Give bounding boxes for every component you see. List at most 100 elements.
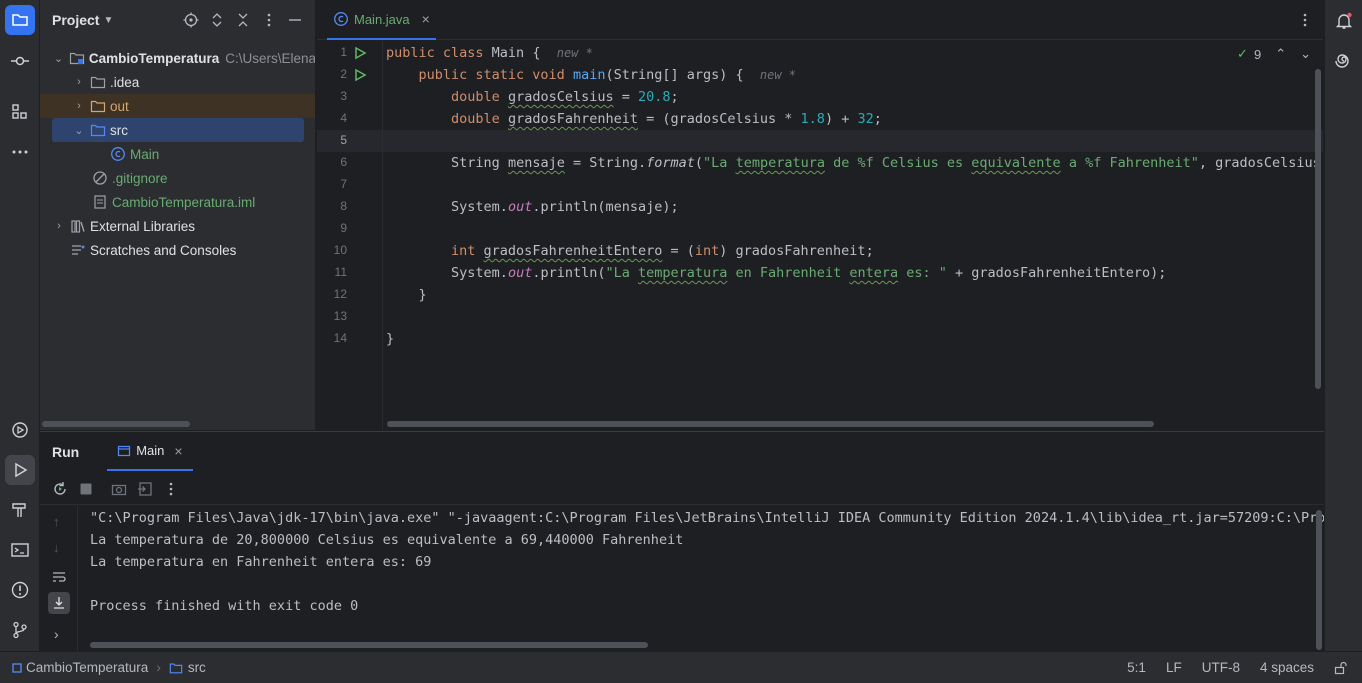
code-editor[interactable]: 1 2 3 4 5 6 7 8 9 10 11 12 13 14 public … (317, 41, 1323, 430)
chevron-down-icon[interactable]: ⌄ (72, 124, 86, 137)
expand-all-icon[interactable] (209, 12, 225, 28)
tab-options-icon[interactable] (1297, 12, 1313, 28)
tree-item-out[interactable]: › out (40, 94, 315, 118)
tree-item-gitignore[interactable]: .gitignore (40, 166, 315, 190)
scratches-icon (70, 242, 86, 258)
source-folder-icon (90, 122, 106, 138)
console-line: La temperatura en Fahrenheit entera es: … (90, 554, 432, 570)
chevron-down-icon[interactable]: ▼ (103, 15, 113, 26)
code-token: System. (451, 265, 508, 281)
code-token: gradosFahrenheitEntero (483, 243, 663, 259)
line-separator[interactable]: LF (1166, 660, 1182, 675)
run-gutter-icon[interactable] (353, 68, 367, 82)
structure-tool-button[interactable] (5, 97, 35, 127)
next-highlight-icon[interactable]: ⌄ (1300, 46, 1311, 62)
file-encoding[interactable]: UTF-8 (1202, 660, 1240, 675)
locate-icon[interactable] (183, 12, 199, 28)
folder-icon (12, 14, 28, 26)
code-token: = ( (662, 243, 695, 259)
services-tool-button[interactable] (5, 415, 35, 445)
chevron-right-icon[interactable]: › (72, 76, 86, 88)
tree-item-label: CambioTemperatura (88, 50, 220, 66)
inspection-widget[interactable]: ✓ 9 ⌃ ⌄ (1237, 46, 1311, 62)
build-tool-button[interactable] (5, 495, 35, 525)
code-token: "La (703, 155, 736, 171)
hide-icon[interactable] (287, 12, 303, 28)
code-token: temperatura (735, 155, 825, 171)
code-token: int (694, 243, 720, 259)
tree-item-label: .idea (110, 74, 140, 90)
more-horizontal-icon (12, 150, 28, 154)
hammer-icon (12, 503, 26, 517)
tree-item-label: src (110, 122, 128, 138)
code-token: = String. (564, 155, 647, 171)
project-horizontal-scrollbar[interactable] (42, 421, 190, 427)
code-token: ; (873, 111, 882, 127)
tree-item-external-libraries[interactable]: › External Libraries (40, 214, 315, 238)
console-output[interactable]: "C:\Program Files\Java\jdk-17\bin\java.e… (40, 506, 1324, 652)
lock-open-icon[interactable] (1334, 661, 1348, 675)
notifications-button[interactable] (1329, 6, 1359, 36)
right-tool-window-bar (1324, 0, 1362, 651)
problems-tool-button[interactable] (5, 575, 35, 605)
tree-item-idea[interactable]: › .idea (40, 70, 315, 94)
author-hint[interactable]: new * (760, 68, 796, 82)
run-gutter-icon[interactable] (353, 46, 367, 60)
line-number: 5 (340, 133, 347, 147)
indent-setting[interactable]: 4 spaces (1260, 660, 1314, 675)
author-hint[interactable]: new * (557, 46, 593, 60)
code-token: ( (694, 155, 704, 171)
code-token: , gradosCelsius, g (1198, 155, 1323, 171)
camera-icon[interactable] (111, 481, 127, 497)
code-token: temperatura (638, 265, 728, 281)
run-tab-main[interactable]: Main × (107, 432, 193, 471)
stop-icon[interactable] (79, 482, 93, 496)
collapse-all-icon[interactable] (235, 12, 251, 28)
project-title[interactable]: Project (52, 12, 99, 28)
editor-vertical-scrollbar[interactable] (1315, 69, 1321, 389)
ai-assistant-button[interactable] (1329, 46, 1359, 76)
tree-item-scratches[interactable]: Scratches and Consoles (40, 238, 315, 262)
tree-item-src[interactable]: ⌄ src (40, 118, 315, 142)
close-icon[interactable]: × (422, 11, 430, 27)
chevron-right-icon[interactable]: › (52, 220, 66, 232)
exit-icon[interactable] (137, 481, 153, 497)
tree-item-main-class[interactable]: Main (40, 142, 315, 166)
project-tool-button[interactable] (5, 5, 35, 35)
code-token: { (524, 45, 541, 61)
options-icon[interactable] (261, 12, 277, 28)
commit-tool-button[interactable] (5, 46, 35, 76)
inspections-count: 9 (1253, 46, 1262, 62)
more-vertical-icon[interactable] (163, 481, 179, 497)
code-token: format (646, 155, 695, 171)
code-token: "La (605, 265, 638, 281)
console-horizontal-scrollbar[interactable] (90, 642, 648, 648)
breadcrumb-project[interactable]: CambioTemperatura (26, 660, 148, 675)
chevron-down-icon[interactable]: ⌄ (52, 52, 65, 65)
run-tool-button[interactable] (5, 455, 35, 485)
line-number: 6 (340, 155, 347, 169)
code-token: 20.8 (638, 89, 671, 105)
module-folder-icon (69, 50, 85, 66)
tree-item-module[interactable]: ⌄ CambioTemperatura C:\Users\Elena (40, 46, 315, 70)
code-token: en Fahrenheit (727, 265, 850, 281)
git-tool-button[interactable] (5, 615, 35, 645)
ignored-file-icon (92, 170, 108, 186)
console-line: "C:\Program Files\Java\jdk-17\bin\java.e… (90, 510, 1324, 526)
previous-highlight-icon[interactable]: ⌃ (1275, 46, 1286, 62)
close-icon[interactable]: × (174, 443, 182, 459)
editor-horizontal-scrollbar[interactable] (387, 421, 1154, 427)
line-number: 7 (340, 177, 347, 191)
terminal-tool-button[interactable] (5, 535, 35, 565)
console-vertical-scrollbar[interactable] (1316, 510, 1322, 650)
breadcrumb-folder[interactable]: src (188, 660, 206, 675)
chevron-right-icon[interactable]: › (72, 100, 86, 112)
caret-position[interactable]: 5:1 (1127, 660, 1146, 675)
rerun-icon[interactable] (52, 481, 68, 497)
tree-item-label: Main (130, 146, 160, 162)
more-tools-button[interactable] (5, 137, 35, 167)
editor-tab-main-java[interactable]: Main.java × (327, 0, 436, 40)
tree-item-iml[interactable]: CambioTemperatura.iml (40, 190, 315, 214)
code-token: = (613, 89, 638, 105)
code-line-14: } (386, 328, 394, 350)
